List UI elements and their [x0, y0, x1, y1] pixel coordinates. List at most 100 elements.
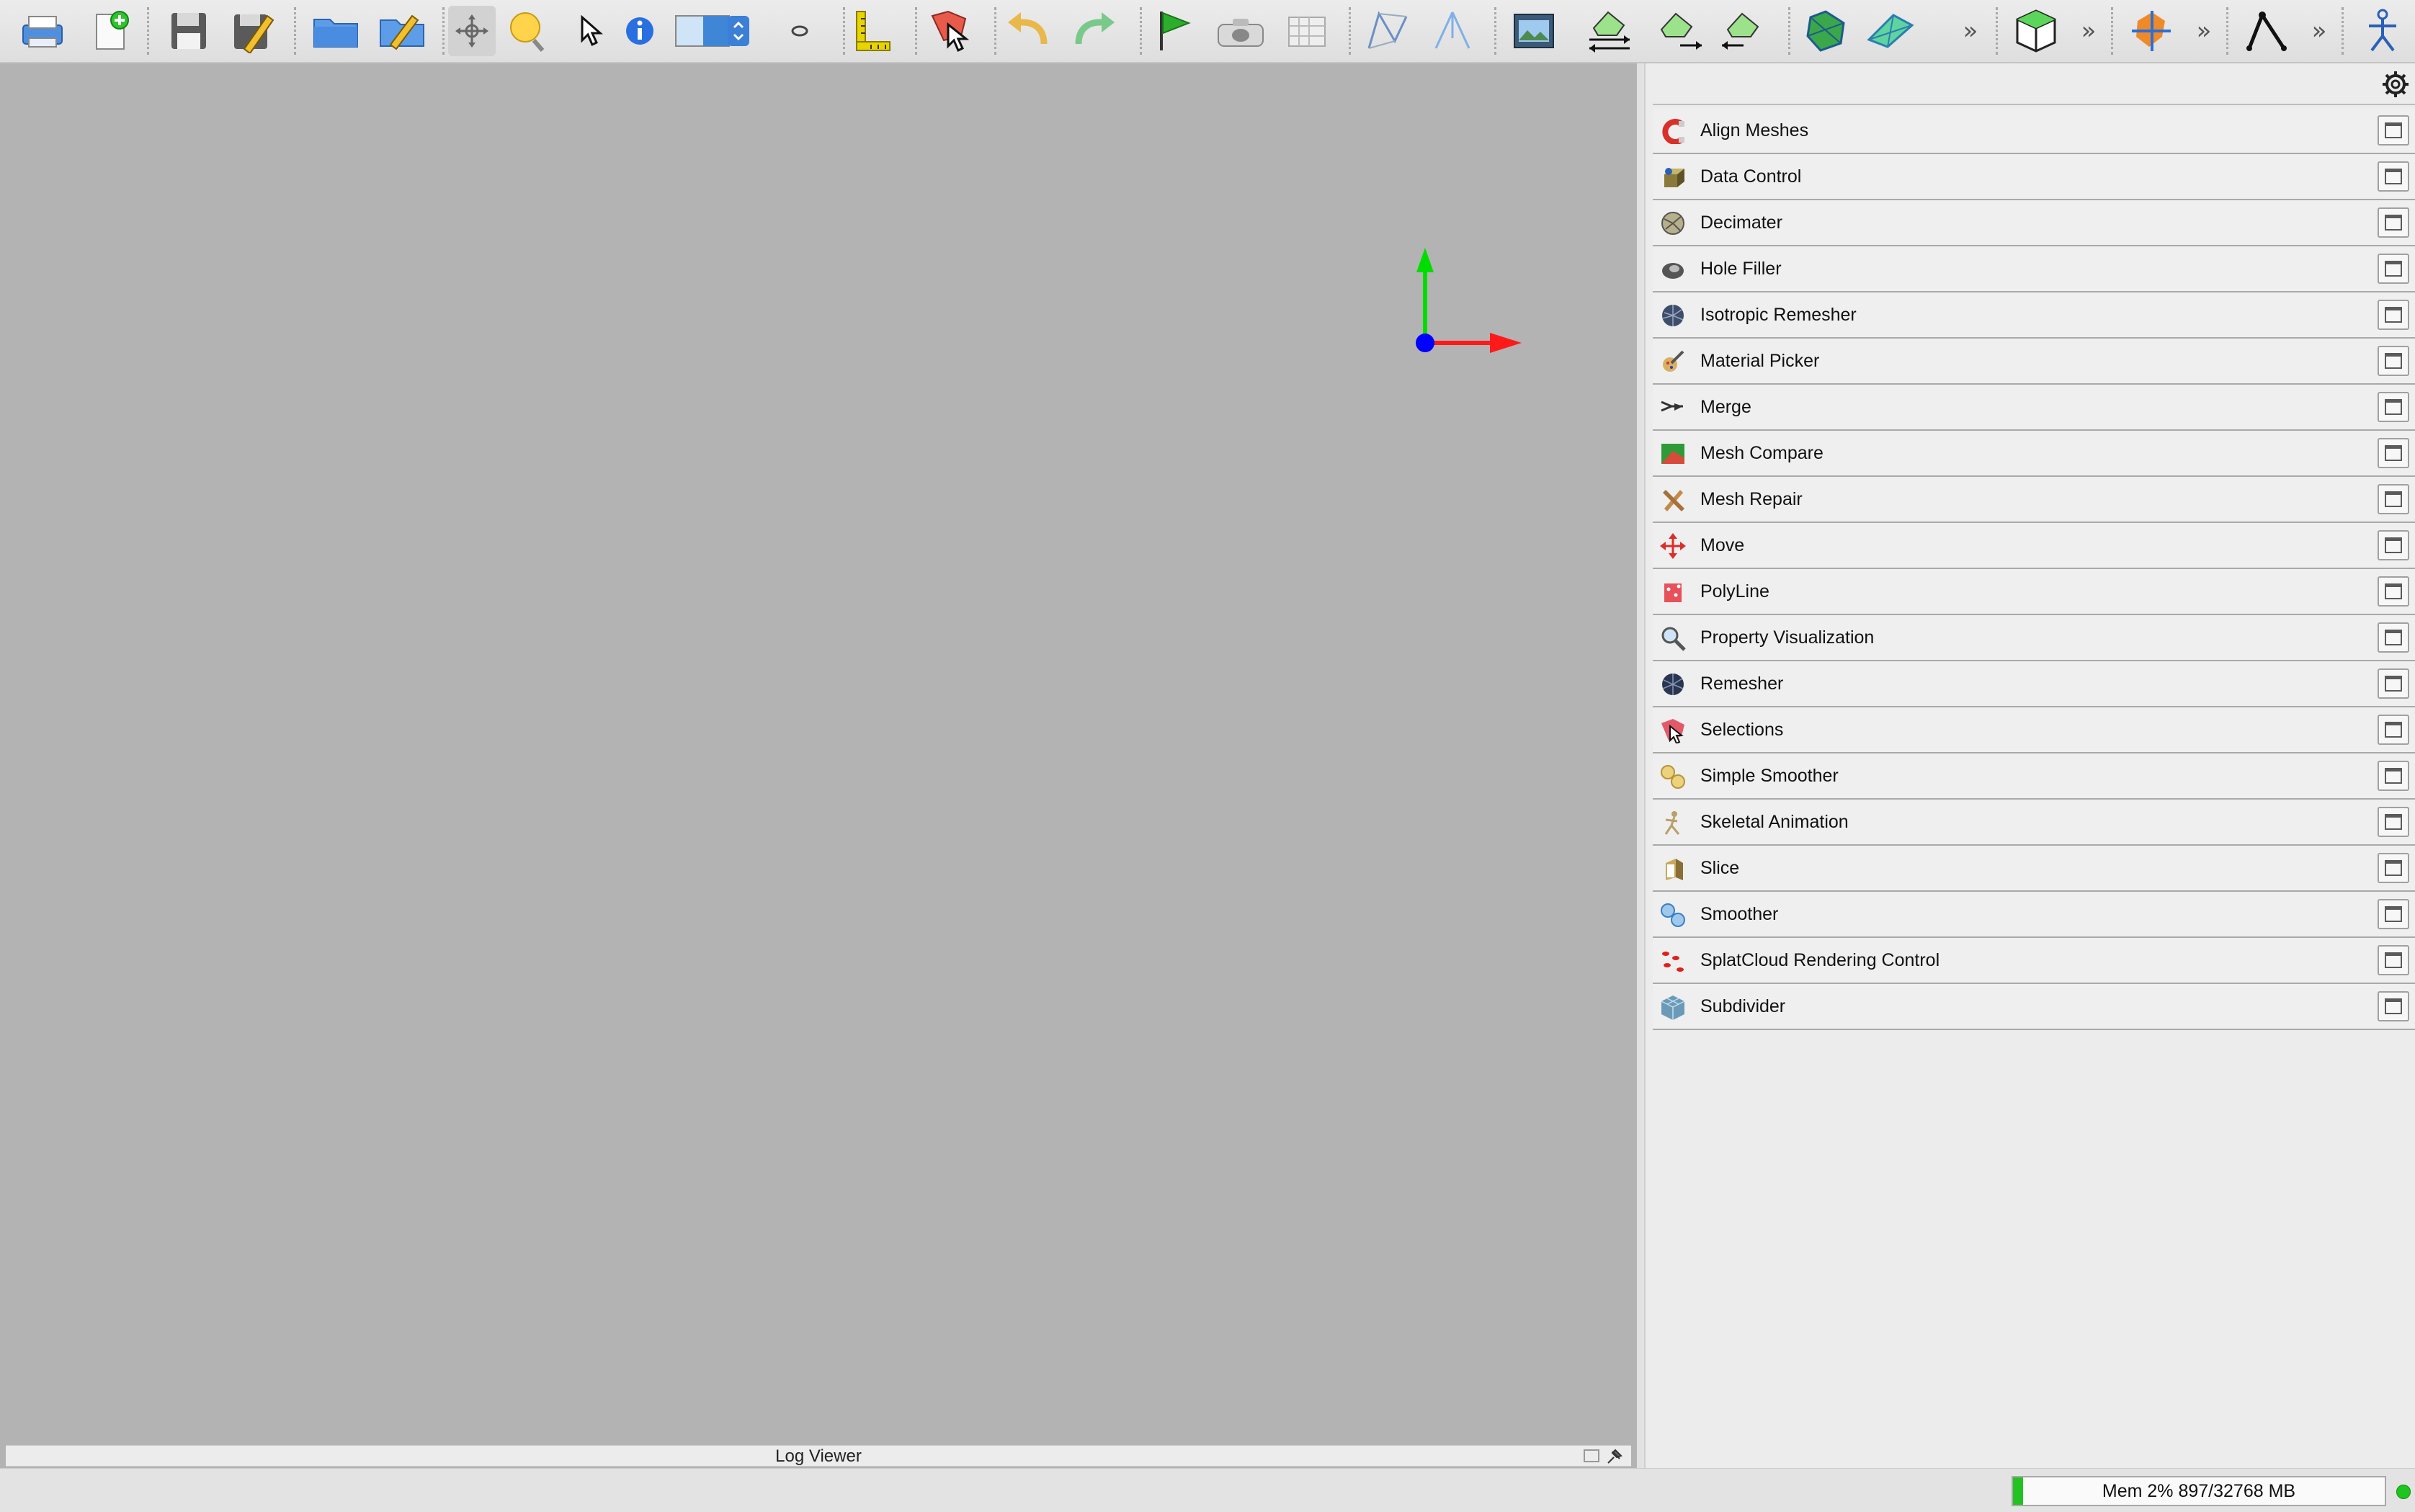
toolbox-item-splatcloud-rendering-control[interactable]: SplatCloud Rendering Control: [1653, 938, 2415, 984]
plane-mesh-icon[interactable]: [1859, 6, 1922, 56]
overflow-chevron[interactable]: »: [2192, 7, 2216, 55]
toolbox-item-subdivider[interactable]: Subdivider: [1653, 984, 2415, 1030]
3d-viewport[interactable]: [0, 63, 1637, 1442]
toolbox-item-simple-smoother[interactable]: Simple Smoother: [1653, 753, 2415, 800]
open-panel-button[interactable]: [2378, 484, 2409, 514]
log-viewer-titlebar[interactable]: Log Viewer: [6, 1445, 1631, 1467]
overflow-chevron[interactable]: »: [2076, 7, 2101, 55]
toolbox-item-smoother[interactable]: Smoother: [1653, 892, 2415, 938]
new-document-icon[interactable]: [82, 6, 137, 56]
subdivider-icon: [1661, 996, 1685, 1020]
open-panel-button[interactable]: [2378, 438, 2409, 468]
grid-icon[interactable]: [1278, 6, 1336, 56]
overflow-chevron[interactable]: »: [2307, 7, 2331, 55]
open-panel-button[interactable]: [2378, 807, 2409, 837]
mesh-add-icon[interactable]: [1712, 6, 1778, 56]
ruler-icon[interactable]: [849, 6, 896, 56]
open-panel-button[interactable]: [2378, 715, 2409, 745]
smoother-icon: [1661, 903, 1685, 927]
save-as-icon[interactable]: [225, 6, 282, 56]
open-recent-icon[interactable]: [372, 6, 432, 56]
move-icon: [1660, 533, 1686, 559]
toolbar-separator: [1788, 7, 1790, 55]
flag-icon[interactable]: [1150, 6, 1199, 56]
main-toolbar: » » » »: [0, 0, 2415, 63]
divider: [1653, 104, 2415, 105]
toolbox-item-label: Align Meshes: [1700, 120, 1809, 140]
info-icon[interactable]: [620, 6, 660, 56]
toolbox-item-hole-filler[interactable]: Hole Filler: [1653, 246, 2415, 292]
pick-mode-icon[interactable]: [569, 6, 610, 56]
light-mode-icon[interactable]: [501, 6, 555, 56]
toolbox-item-align-meshes[interactable]: Align Meshes: [1653, 108, 2415, 154]
toolbar-separator: [915, 7, 917, 55]
open-panel-button[interactable]: [2378, 300, 2409, 330]
open-panel-button[interactable]: [2378, 392, 2409, 422]
toolbox-item-mesh-repair[interactable]: Mesh Repair: [1653, 477, 2415, 523]
open-panel-button[interactable]: [2378, 622, 2409, 653]
save-icon[interactable]: [160, 6, 218, 56]
open-panel-button[interactable]: [2378, 991, 2409, 1021]
open-panel-button[interactable]: [2378, 254, 2409, 284]
snapshot-icon[interactable]: [1212, 6, 1269, 56]
tetrahedron-icon[interactable]: [1424, 6, 1481, 56]
open-folder-icon[interactable]: [305, 6, 366, 56]
open-panel-button[interactable]: [2378, 161, 2409, 192]
mesh-export-icon[interactable]: [1646, 6, 1712, 56]
screenshot-icon[interactable]: [1504, 6, 1563, 56]
open-panel-button[interactable]: [2378, 899, 2409, 929]
toolbox-item-material-picker[interactable]: Material Picker: [1653, 339, 2415, 385]
open-panel-button[interactable]: [2378, 945, 2409, 975]
mesh-import-icon[interactable]: [1578, 6, 1644, 56]
toolbox-item-slice[interactable]: Slice: [1653, 846, 2415, 892]
redo-icon[interactable]: [1065, 6, 1122, 56]
open-panel-button[interactable]: [2378, 530, 2409, 560]
toolbox-item-label: Isotropic Remesher: [1700, 305, 1857, 325]
transform-icon[interactable]: [2121, 6, 2182, 56]
selections-icon: [1661, 719, 1684, 743]
stick-figure-icon[interactable]: [2357, 6, 2408, 56]
viewport-toggle-icon[interactable]: [673, 6, 754, 56]
move-mode-icon[interactable]: [448, 6, 496, 56]
splatcloud-icon: [1662, 952, 1684, 972]
toolbox-item-decimater[interactable]: Decimater: [1653, 200, 2415, 246]
undo-icon[interactable]: [1000, 6, 1058, 56]
toolbox-item-data-control[interactable]: Data Control: [1653, 154, 2415, 200]
open-panel-button[interactable]: [2378, 346, 2409, 376]
box-mesh-icon[interactable]: [2007, 6, 2065, 56]
sphere-mesh-icon[interactable]: [1794, 6, 1857, 56]
skeleton-icon[interactable]: [2239, 6, 2294, 56]
memory-usage-text: Mem 2% 897/32768 MB: [2102, 1481, 2296, 1501]
toolbox-item-polyline[interactable]: PolyLine: [1653, 569, 2415, 615]
toolbox-item-label: Data Control: [1700, 166, 1802, 187]
gear-icon[interactable]: [2379, 68, 2412, 101]
status-bar: Mem 2% 897/32768 MB: [0, 1468, 2415, 1512]
toolbox-item-move[interactable]: Move: [1653, 523, 2415, 569]
toolbox-item-remesher[interactable]: Remesher: [1653, 661, 2415, 707]
toolbox-item-mesh-compare[interactable]: Mesh Compare: [1653, 431, 2415, 477]
isotropic-remesher-icon: [1662, 305, 1684, 326]
open-panel-button[interactable]: [2378, 115, 2409, 146]
simple-smoother-icon: [1661, 765, 1685, 789]
open-panel-button[interactable]: [2378, 761, 2409, 791]
open-panel-button[interactable]: [2378, 576, 2409, 607]
print-icon[interactable]: [10, 6, 75, 56]
skeletal-animation-icon: [1664, 811, 1680, 835]
selection-tool-icon[interactable]: [924, 6, 978, 56]
toolbox-item-selections[interactable]: Selections: [1653, 707, 2415, 753]
toolbox-item-merge[interactable]: Merge: [1653, 385, 2415, 431]
memory-usage-bar: Mem 2% 897/32768 MB: [2012, 1476, 2386, 1506]
toolbox-item-skeletal-animation[interactable]: Skeletal Animation: [1653, 800, 2415, 846]
wireframe-icon[interactable]: [1359, 6, 1416, 56]
toolbox-item-property-visualization[interactable]: Property Visualization: [1653, 615, 2415, 661]
toolbar-separator: [1494, 7, 1496, 55]
toolbox-item-label: Mesh Repair: [1700, 489, 1803, 509]
open-panel-button[interactable]: [2378, 668, 2409, 699]
visibility-icon[interactable]: [785, 6, 814, 56]
overflow-chevron[interactable]: »: [1958, 7, 1983, 55]
open-panel-button[interactable]: [2378, 853, 2409, 883]
toolbox-item-isotropic-remesher[interactable]: Isotropic Remesher: [1653, 292, 2415, 339]
float-panel-icon[interactable]: [1584, 1449, 1599, 1462]
pin-icon[interactable]: [1605, 1447, 1624, 1469]
open-panel-button[interactable]: [2378, 207, 2409, 238]
